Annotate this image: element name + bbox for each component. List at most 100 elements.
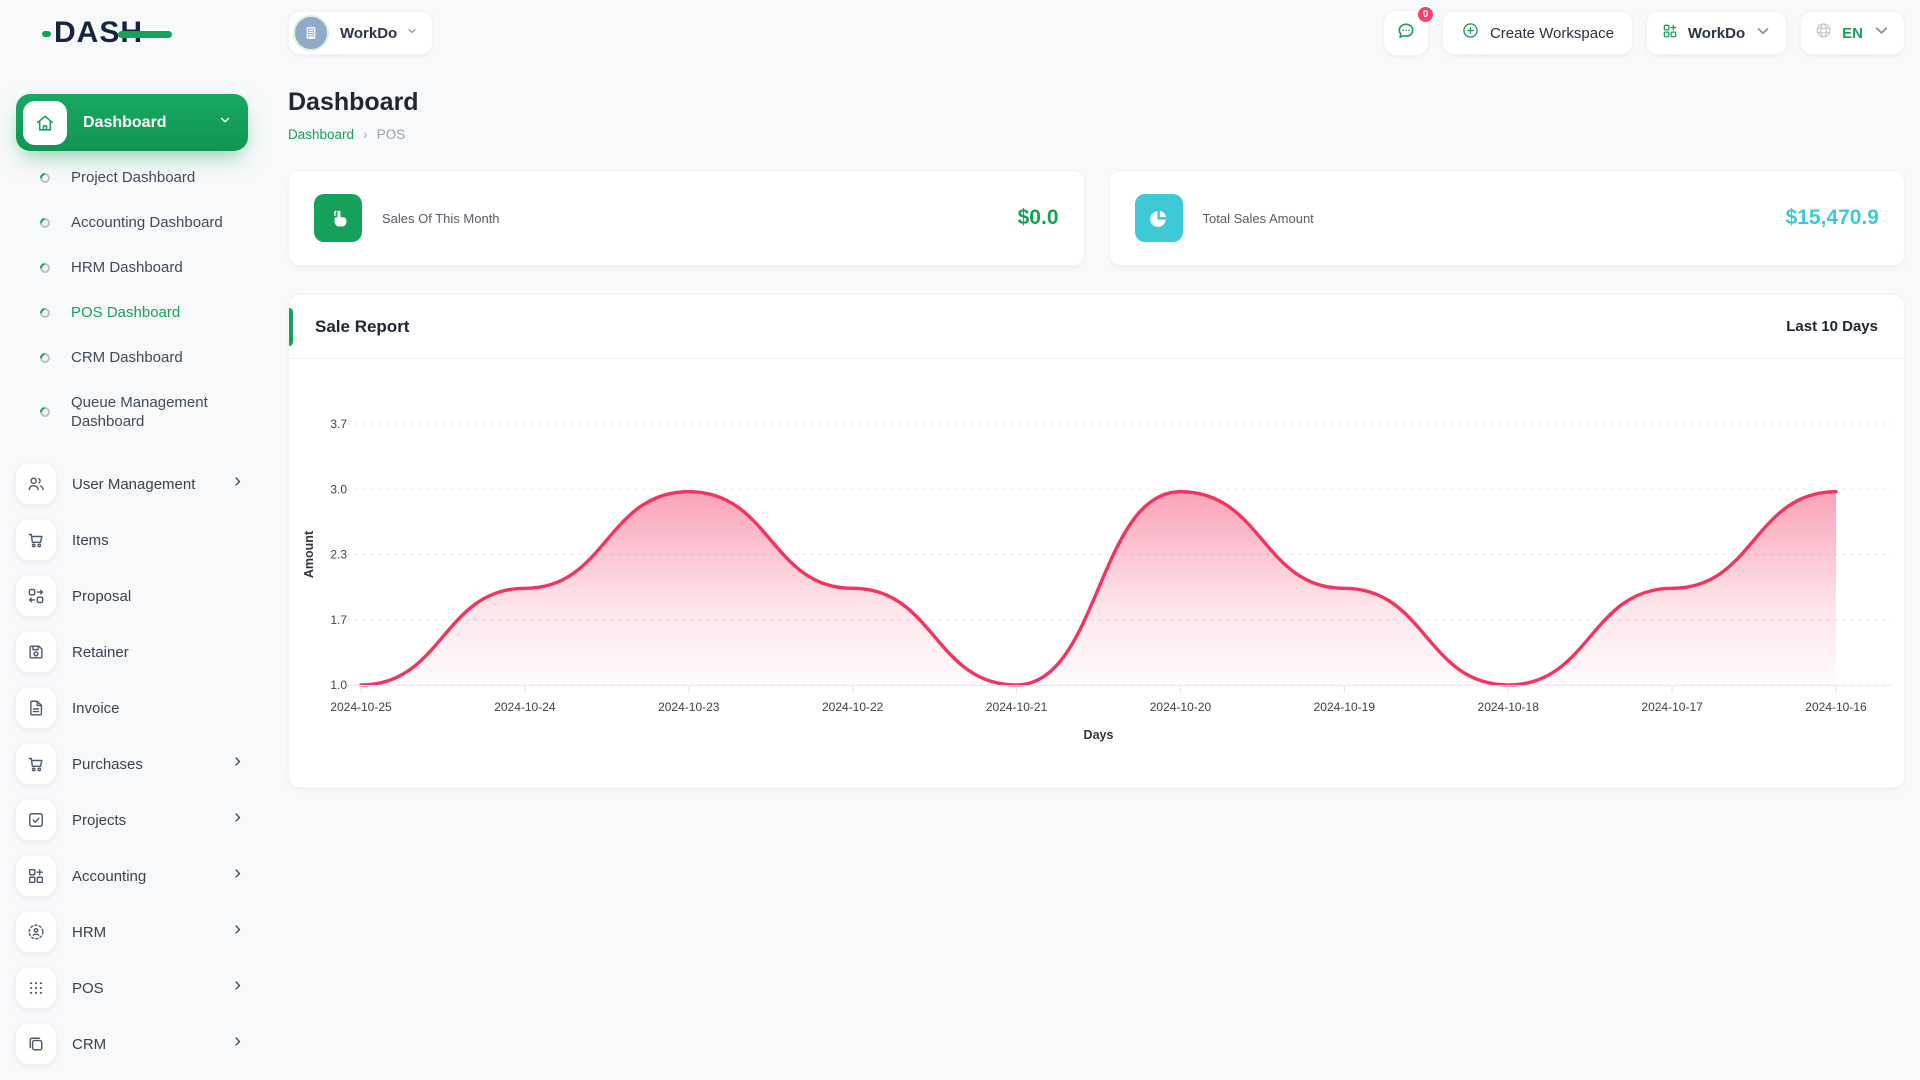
bullet-icon (37, 305, 53, 320)
svg-text:1.0: 1.0 (330, 678, 347, 692)
svg-text:2024-10-16: 2024-10-16 (1805, 700, 1867, 714)
svg-text:2024-10-24: 2024-10-24 (494, 700, 556, 714)
svg-text:2024-10-25: 2024-10-25 (330, 700, 392, 714)
globe-icon (1814, 21, 1833, 45)
stat-value: $15,470.9 (1785, 206, 1879, 229)
svg-text:2024-10-22: 2024-10-22 (822, 700, 884, 714)
svg-text:Days: Days (1084, 728, 1114, 742)
sidebar-item-purchases[interactable]: Purchases (16, 744, 244, 784)
chevron-down-icon (218, 113, 232, 132)
sidebar-item-project-dashboard[interactable]: Project Dashboard (0, 155, 264, 200)
plus-circle-icon (1461, 21, 1480, 45)
proposal-icon (16, 576, 56, 616)
svg-text:Amount: Amount (302, 530, 316, 578)
users-icon (16, 464, 56, 504)
stat-label: Sales Of This Month (382, 210, 500, 226)
language-label: EN (1842, 24, 1863, 42)
bullet-icon (37, 350, 53, 365)
logo-dash-icon (118, 31, 172, 38)
cart-icon (16, 744, 56, 784)
svg-text:2024-10-17: 2024-10-17 (1641, 700, 1703, 714)
svg-text:2024-10-19: 2024-10-19 (1314, 700, 1376, 714)
messages-count-badge: 0 (1415, 5, 1435, 24)
svg-text:3.0: 3.0 (330, 482, 347, 496)
main-content: WorkDo 0 Create Workspace WorkDo EN Dash… (264, 0, 1920, 1080)
report-title: Sale Report (315, 316, 410, 336)
card-accent-bar (289, 308, 293, 346)
svg-text:1.7: 1.7 (330, 613, 347, 627)
sidebar-item-crm[interactable]: CRM (16, 1024, 244, 1064)
chevron-right-icon (231, 811, 244, 829)
chevron-right-icon (231, 1035, 244, 1053)
stat-card-sales-of-this-month: Sales Of This Month $0.0 (288, 170, 1085, 266)
language-selector[interactable]: EN (1800, 11, 1905, 55)
sidebar-item-dashboard[interactable]: Dashboard (16, 94, 248, 151)
breadcrumb: Dashboard › POS (288, 126, 1905, 142)
sidebar-item-accounting[interactable]: Accounting (16, 856, 244, 896)
stat-label: Total Sales Amount (1202, 210, 1314, 226)
workspace-menu-label: WorkDo (1687, 24, 1746, 42)
crm-icon (16, 1024, 56, 1064)
sidebar-item-label: Dashboard (83, 113, 167, 131)
svg-text:2024-10-18: 2024-10-18 (1478, 700, 1540, 714)
svg-text:2024-10-23: 2024-10-23 (658, 700, 720, 714)
create-workspace-button[interactable]: Create Workspace (1441, 11, 1633, 55)
invoice-icon (16, 688, 56, 728)
accounting-icon (16, 856, 56, 896)
bullet-icon (37, 260, 53, 275)
sale-report-chart: 3.7 3.0 2.3 1.7 1.0 2024-10-25 2024-10-24 2024-… (289, 377, 1904, 757)
sidebar-item-hrm[interactable]: HRM (16, 912, 244, 952)
hand-pointer-icon (314, 194, 362, 242)
sidebar-item-proposal[interactable]: Proposal (16, 576, 244, 616)
sidebar-item-accounting-dashboard[interactable]: Accounting Dashboard (0, 200, 264, 245)
workspace-selector[interactable]: WorkDo (288, 11, 434, 55)
cart-icon (16, 520, 56, 560)
sidebar-item-pos-dashboard[interactable]: POS Dashboard (0, 290, 264, 335)
chevron-right-icon (231, 475, 244, 493)
pos-icon (16, 968, 56, 1008)
hrm-icon (16, 912, 56, 952)
sale-report-card: Sale Report Last 10 Days 3.7 3.0 2.3 1.7 1.0… (288, 294, 1905, 788)
app-logo[interactable]: DASH (42, 16, 174, 52)
sidebar-item-queue-management-dashboard[interactable]: Queue Management Dashboard (0, 380, 264, 444)
breadcrumb-current: POS (376, 126, 406, 142)
svg-text:2024-10-20: 2024-10-20 (1150, 700, 1212, 714)
projects-icon (16, 800, 56, 840)
svg-text:3.7: 3.7 (330, 417, 347, 431)
svg-text:2024-10-21: 2024-10-21 (986, 700, 1048, 714)
sidebar-item-crm-dashboard[interactable]: CRM Dashboard (0, 335, 264, 380)
chevron-right-icon (231, 867, 244, 885)
grid-plus-icon (1661, 22, 1679, 45)
svg-text:2.3: 2.3 (330, 548, 347, 562)
chevron-down-icon (1754, 22, 1772, 45)
page-title: Dashboard (288, 88, 419, 116)
sidebar-item-invoice[interactable]: Invoice (16, 688, 244, 728)
sidebar-item-pos[interactable]: POS (16, 968, 244, 1008)
sidebar-item-user-management[interactable]: User Management (16, 464, 244, 504)
breadcrumb-separator-icon: › (363, 126, 368, 142)
chat-bubble-icon (1395, 20, 1417, 47)
chevron-right-icon (231, 755, 244, 773)
breadcrumb-dashboard-link[interactable]: Dashboard (288, 127, 354, 142)
home-icon (23, 100, 67, 145)
sidebar-item-projects[interactable]: Projects (16, 800, 244, 840)
sidebar-item-hrm-dashboard[interactable]: HRM Dashboard (0, 245, 264, 290)
retainer-icon (16, 632, 56, 672)
messages-button[interactable]: 0 (1382, 5, 1435, 56)
stat-card-total-sales-amount: Total Sales Amount $15,470.9 (1108, 170, 1905, 266)
logo-dot-icon (42, 31, 51, 37)
bullet-icon (37, 404, 53, 420)
create-workspace-label: Create Workspace (1489, 24, 1614, 42)
bullet-icon (37, 170, 53, 185)
dashboard-submenu: Project Dashboard Accounting Dashboard H… (0, 155, 264, 444)
sidebar-item-retainer[interactable]: Retainer (16, 632, 244, 672)
sidebar-item-items[interactable]: Items (16, 520, 244, 560)
workspace-avatar (293, 15, 329, 51)
pie-chart-icon (1134, 194, 1183, 242)
chevron-right-icon (231, 979, 244, 997)
topbar: WorkDo 0 Create Workspace WorkDo EN (288, 0, 1905, 58)
bullet-icon (37, 215, 53, 230)
chevron-down-icon (1872, 21, 1891, 45)
workspace-name: WorkDo (340, 24, 398, 42)
workspace-menu-button[interactable]: WorkDo (1645, 11, 1788, 55)
